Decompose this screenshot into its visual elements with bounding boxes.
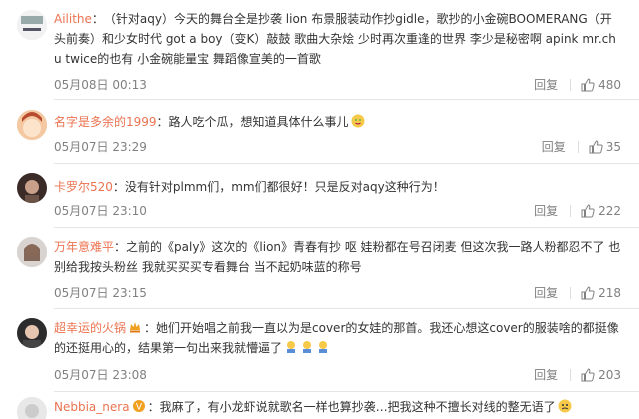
thumbs-up-icon: [581, 285, 595, 299]
comment-time: 05月07日 23:15: [54, 286, 147, 300]
comment-actions: 回复 222: [534, 202, 621, 219]
reply-button[interactable]: 回复: [542, 138, 566, 155]
thumbs-up-icon: [581, 203, 595, 217]
thumbs-up-icon: [581, 77, 595, 91]
divider: [570, 368, 572, 381]
like-count: 222: [598, 203, 621, 218]
like-count: 35: [605, 139, 621, 154]
like-count: 203: [598, 367, 621, 382]
comment-text: 名字是多余的1999：路人吃个瓜，想知道具体什么事儿: [54, 112, 621, 132]
comment-item: Nebbia_nera V ：我麻了，有小龙虾说就歌名一样也算抄袭…把我这种不擅长对…: [0, 394, 639, 419]
comment-item: 名字是多余的1999：路人吃个瓜，想知道具体什么事儿 05月07日 23:29 …: [0, 100, 639, 164]
avatar[interactable]: [17, 237, 47, 267]
avatar[interactable]: [17, 10, 47, 40]
avatar[interactable]: [17, 397, 47, 419]
like-button[interactable]: 203: [581, 368, 621, 382]
comment-time: 05月08日 00:13: [54, 78, 147, 92]
divider: [577, 140, 579, 153]
divider: [570, 204, 572, 217]
like-button[interactable]: 480: [581, 78, 621, 92]
like-button[interactable]: 222: [581, 204, 621, 218]
thumbs-up-icon: [589, 139, 603, 153]
username[interactable]: 超幸运的火锅: [54, 321, 126, 335]
avatar[interactable]: [17, 110, 47, 140]
like-count: 480: [598, 77, 621, 92]
emoji-icon: [351, 114, 365, 128]
username[interactable]: 万年意难平: [54, 240, 114, 254]
divider: [570, 286, 572, 299]
vip-badge-icon: V: [132, 400, 145, 413]
reply-button[interactable]: 回复: [534, 284, 558, 301]
avatar[interactable]: [17, 318, 47, 348]
comment-text: 万年意难平：之前的《paly》这次的《lion》青春有抄 呕 娃粉都在号召闭麦 …: [54, 240, 621, 274]
comment-actions: 回复 35: [542, 138, 621, 155]
reply-button[interactable]: 回复: [534, 76, 558, 93]
reply-button[interactable]: 回复: [534, 366, 558, 383]
comment-time: 05月07日 23:10: [54, 204, 147, 218]
avatar[interactable]: [17, 173, 47, 203]
username[interactable]: Nebbia_nera: [54, 400, 130, 414]
comment-actions: 回复 218: [534, 284, 621, 301]
like-button[interactable]: 35: [589, 140, 621, 154]
comment-item: 万年意难平：之前的《paly》这次的《lion》青春有抄 呕 娃粉都在号召闭麦 …: [0, 228, 639, 309]
comment-text: 卡罗尔520：没有针对plmm们，mm们都很好！只是反对aqy这种行为！: [54, 180, 445, 194]
emoji-icon: [303, 341, 312, 353]
like-count: 218: [598, 285, 621, 300]
username[interactable]: Ailithe: [54, 12, 92, 26]
thumbs-up-icon: [581, 367, 595, 381]
comment-time: 05月07日 23:29: [54, 140, 147, 154]
comment-time: 05月07日 23:08: [54, 368, 147, 382]
comment-actions: 回复 203: [534, 366, 621, 383]
comment-text: 超幸运的火锅 ：她们开始唱之前我一直以为是cover的女娃的那首。我还心想这cov…: [54, 321, 619, 355]
comment-item: Ailithe： （针对aqy）今天的舞台全是抄袭 lion 布景服装动作抄gi…: [0, 0, 639, 100]
like-button[interactable]: 218: [581, 286, 621, 300]
reply-button[interactable]: 回复: [534, 202, 558, 219]
vip-badge-icon: [130, 322, 141, 333]
divider: [54, 391, 639, 392]
comment-item: 超幸运的火锅 ：她们开始唱之前我一直以为是cover的女娃的那首。我还心想这cov…: [0, 309, 639, 392]
emoji-icon: [319, 341, 328, 353]
divider: [570, 78, 572, 91]
username[interactable]: 卡罗尔520: [54, 180, 113, 194]
username[interactable]: 名字是多余的1999: [54, 115, 157, 129]
comment-item: 卡罗尔520：没有针对plmm们，mm们都很好！只是反对aqy这种行为！ 05月…: [0, 164, 639, 228]
emoji-icon: [287, 341, 296, 353]
comment-text: Nebbia_nera V ：我麻了，有小龙虾说就歌名一样也算抄袭…把我这种不擅长对…: [54, 397, 621, 417]
comment-actions: 回复 480: [534, 76, 621, 93]
comment-text: Ailithe： （针对aqy）今天的舞台全是抄袭 lion 布景服装动作抄gi…: [54, 12, 616, 66]
svg-text:V: V: [135, 403, 142, 413]
emoji-icon: [558, 399, 572, 413]
